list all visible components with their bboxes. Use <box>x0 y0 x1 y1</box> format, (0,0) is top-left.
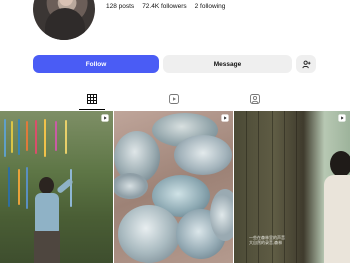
tagged-icon <box>250 94 260 104</box>
add-user-button[interactable] <box>296 55 316 73</box>
shell <box>174 135 232 175</box>
tab-tagged[interactable] <box>249 93 261 105</box>
yarn-strand <box>44 119 46 157</box>
avatar-body <box>45 8 85 40</box>
post-tile[interactable] <box>0 111 113 263</box>
followers-count[interactable]: 72.4K followers <box>142 3 186 10</box>
grid-icon <box>87 94 97 104</box>
post-caption: 一些在森林里的声音 大自然的录音,森林 <box>249 235 319 245</box>
reels-icon <box>169 94 179 104</box>
posts-count[interactable]: 128 posts <box>106 3 134 10</box>
profile-tabs <box>0 86 350 110</box>
caption-line: 大自然的录音,森林 <box>249 240 283 245</box>
person-figure <box>39 177 54 194</box>
post-tile[interactable] <box>114 111 233 263</box>
yarn-strand <box>65 120 67 154</box>
yarn-strand <box>18 119 20 155</box>
yarn-strand <box>18 169 20 205</box>
post-tile[interactable]: 一些在森林里的声音 大自然的录音,森林 <box>234 111 350 263</box>
person-figure <box>330 151 350 177</box>
tab-reels[interactable] <box>168 93 180 105</box>
profile-stats: 128 posts 72.4K followers 2 following <box>106 3 225 10</box>
yarn-strand <box>8 167 10 207</box>
reel-icon <box>101 114 109 122</box>
following-count[interactable]: 2 following <box>195 3 226 10</box>
tab-posts[interactable] <box>86 93 98 105</box>
shell <box>210 189 233 241</box>
active-tab-indicator <box>79 109 105 110</box>
reel-icon <box>221 114 229 122</box>
profile-avatar[interactable] <box>33 0 95 40</box>
shell <box>118 205 180 263</box>
person-add-icon <box>301 60 311 68</box>
yarn-strand <box>11 121 13 153</box>
yarn-strand <box>26 167 28 209</box>
reel-icon <box>338 114 346 122</box>
message-button[interactable]: Message <box>163 55 292 73</box>
posts-grid: 一些在森林里的声音 大自然的录音,森林 <box>0 111 350 263</box>
yarn-strand <box>35 120 37 154</box>
person-figure <box>35 193 59 233</box>
yarn-strand <box>26 121 28 151</box>
follow-button[interactable]: Follow <box>33 55 159 73</box>
yarn-strand <box>55 121 57 151</box>
person-figure <box>324 175 350 263</box>
yarn-strand <box>70 169 72 207</box>
bark-line <box>246 111 247 263</box>
avatar-face <box>59 0 73 6</box>
yarn-strand <box>4 119 6 157</box>
person-figure <box>34 231 60 263</box>
shell <box>114 173 148 199</box>
